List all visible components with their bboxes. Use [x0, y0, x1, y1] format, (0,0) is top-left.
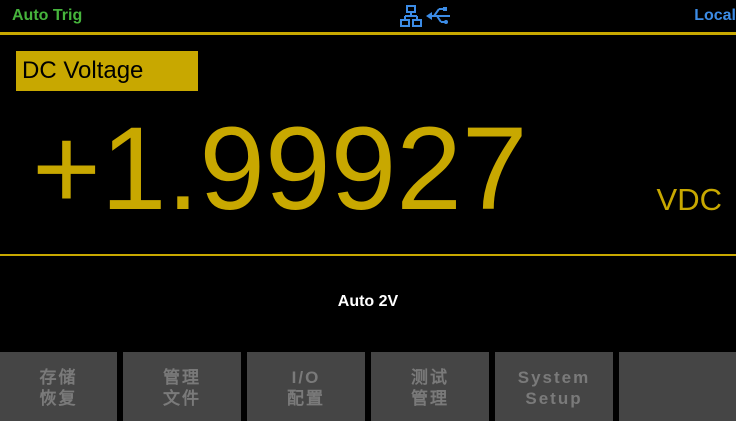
- remote-state-indicator: Local: [694, 7, 736, 24]
- header-divider: [0, 32, 736, 35]
- softkey-label-line1: 存储: [39, 368, 78, 387]
- reading-unit: VDC: [656, 182, 722, 217]
- reading-divider: [0, 254, 736, 256]
- softkey-label-line2: 文件: [163, 389, 201, 408]
- softkey-label-line2: 配置: [287, 389, 325, 408]
- measurement-function-label: DC Voltage: [16, 51, 198, 91]
- softkey-manage-files[interactable]: 管理 文件: [123, 352, 241, 421]
- softkey-label-line1: System: [517, 368, 591, 387]
- multimeter-display: Auto Trig Local DC Voltage +1.99927 VDC: [0, 0, 736, 421]
- softkey-test-manage[interactable]: 测试 管理: [371, 352, 489, 421]
- main-reading: +1.99927: [32, 103, 528, 235]
- softkey-label-line2: Setup: [525, 389, 583, 408]
- softkey-label-line2: 管理: [411, 389, 449, 408]
- softkey-label-line1: I/O: [291, 368, 321, 387]
- usb-icon: [426, 7, 450, 24]
- softkey-label-line1: 管理: [163, 368, 201, 387]
- softkey-label-line1: 测试: [411, 368, 449, 387]
- softkey-store-recall[interactable]: 存储 恢复: [0, 352, 117, 421]
- lan-network-icon: [400, 5, 422, 27]
- softkey-bar: 存储 恢复 管理 文件 I/O 配置 测试 管理 System Setup: [0, 352, 736, 421]
- softkey-label-line2: 恢复: [39, 389, 78, 408]
- softkey-system-setup[interactable]: System Setup: [495, 352, 613, 421]
- trigger-mode-indicator: Auto Trig: [12, 7, 83, 24]
- range-indicator: Auto 2V: [337, 293, 399, 310]
- softkey-empty[interactable]: [619, 352, 736, 421]
- softkey-io-config[interactable]: I/O 配置: [247, 352, 365, 421]
